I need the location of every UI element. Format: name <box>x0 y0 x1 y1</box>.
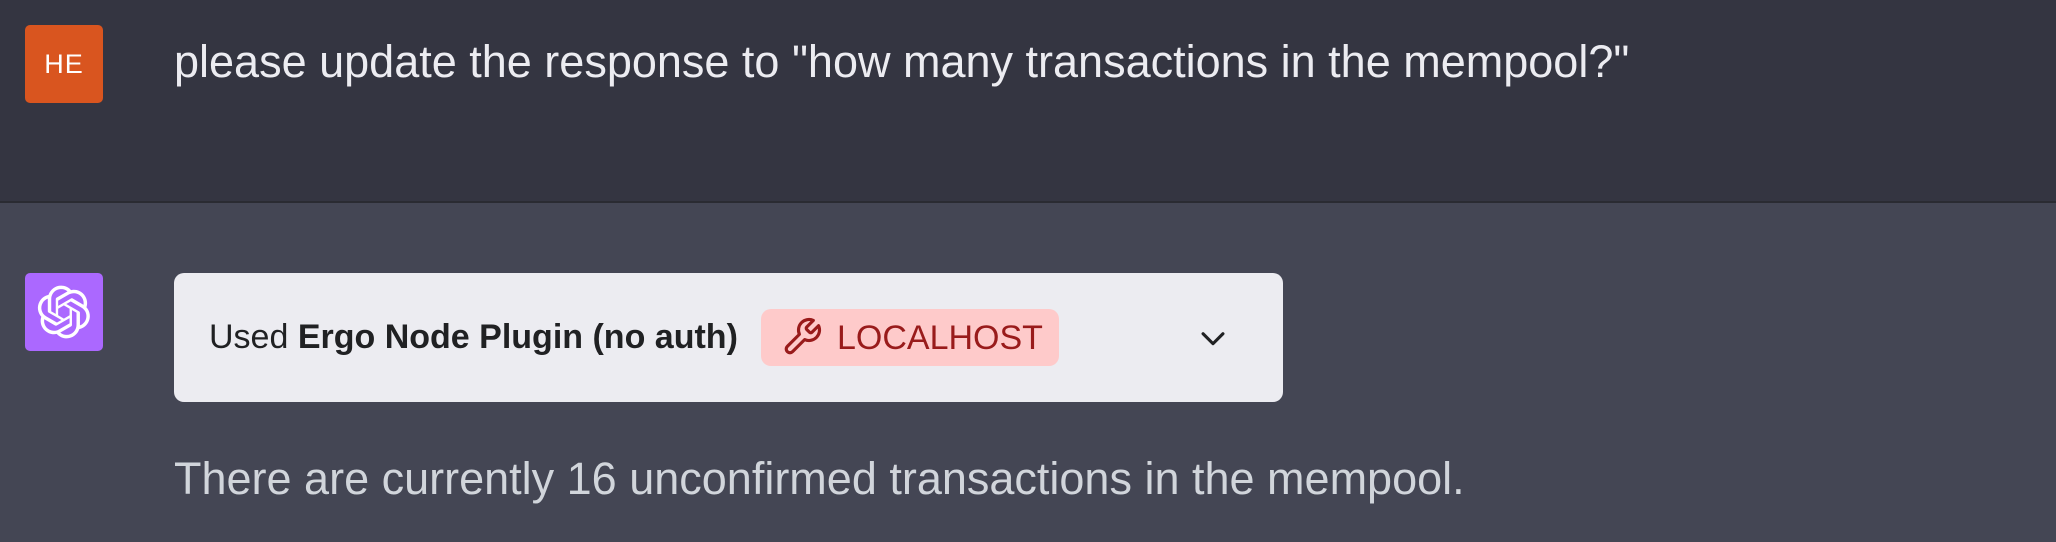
user-avatar-initials: HE <box>44 48 84 79</box>
chevron-down-icon[interactable] <box>1196 321 1230 355</box>
openai-logo-icon <box>37 285 90 339</box>
plugin-used-prefix: Used <box>209 318 289 356</box>
plugin-usage-card[interactable]: Used Ergo Node Plugin (no auth) LOCALHOS… <box>174 273 1283 402</box>
user-avatar: HE <box>25 25 103 103</box>
user-message-text: please update the response to "how many … <box>174 36 1630 87</box>
plugin-name: Ergo Node Plugin (no auth) <box>297 318 738 356</box>
localhost-badge: LOCALHOST <box>761 309 1059 366</box>
assistant-message-text: There are currently 16 unconfirmed trans… <box>174 453 1465 504</box>
wrench-icon <box>784 317 822 355</box>
assistant-message: Used Ergo Node Plugin (no auth) LOCALHOS… <box>0 203 2056 542</box>
assistant-avatar <box>25 273 103 351</box>
plugin-used-label: Used Ergo Node Plugin (no auth) <box>209 314 738 360</box>
localhost-badge-label: LOCALHOST <box>837 319 1043 357</box>
user-message: HE please update the response to "how ma… <box>0 0 2056 203</box>
